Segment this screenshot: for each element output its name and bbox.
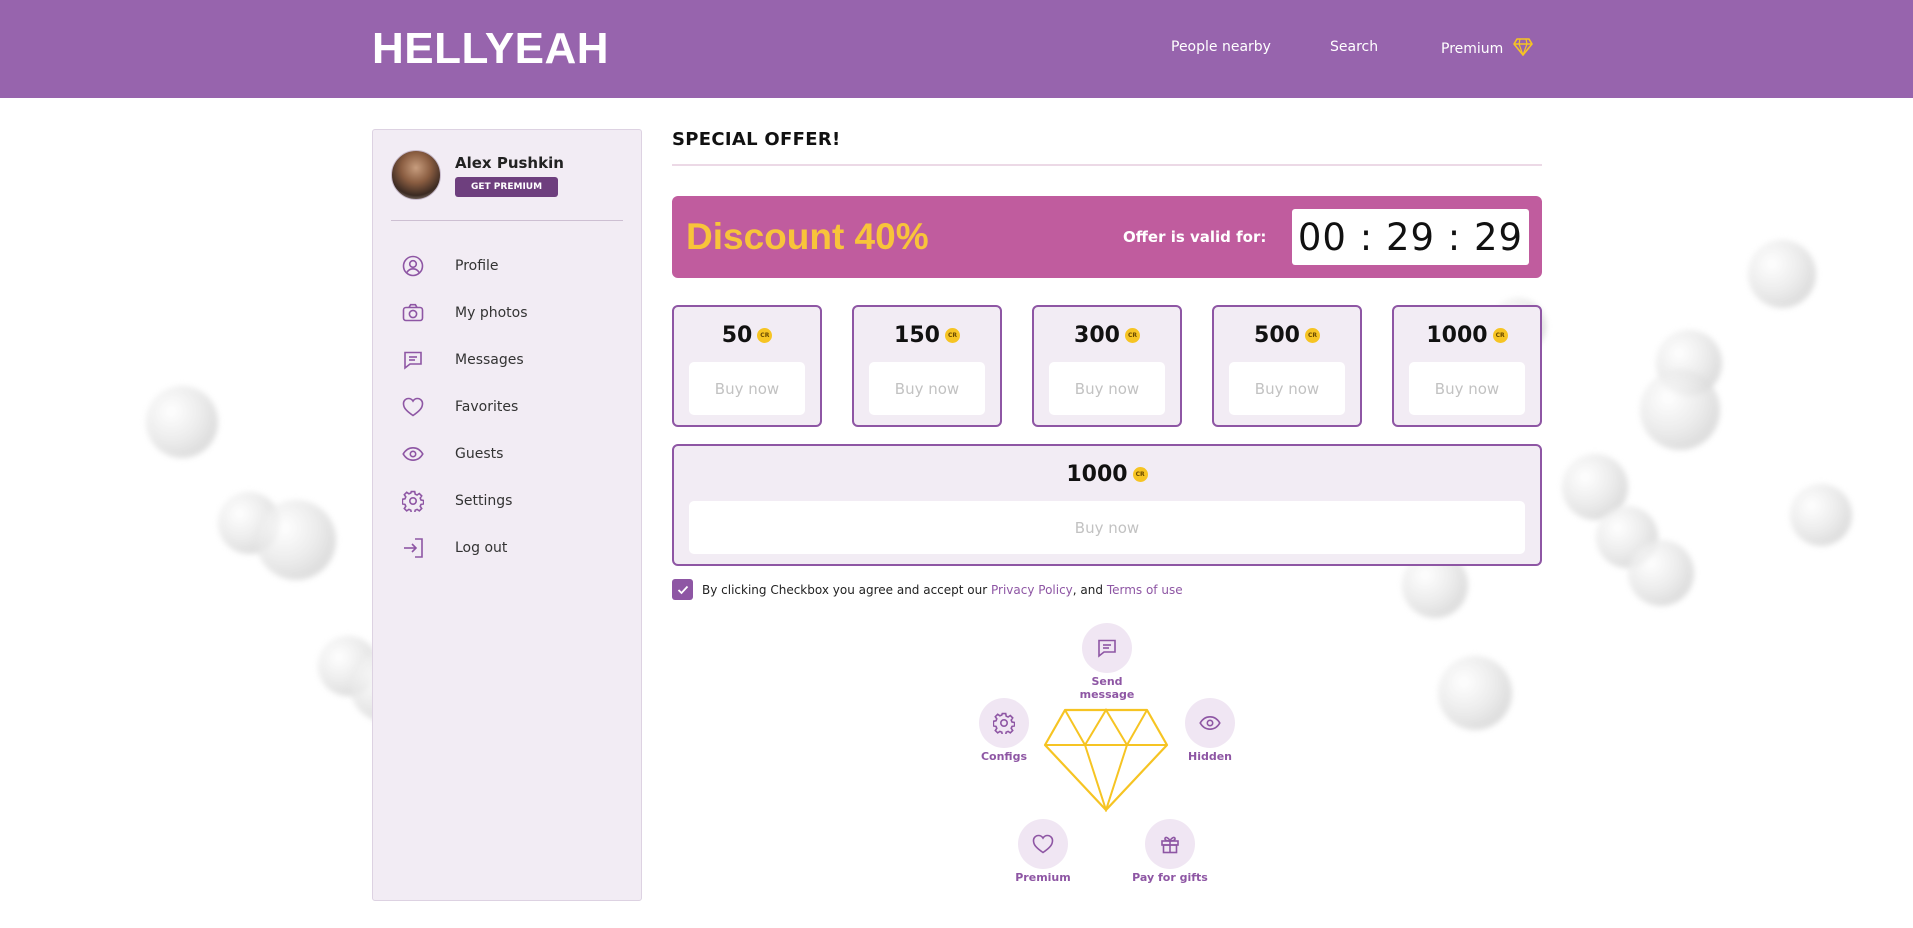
sidebar-menu: Profile My photos Messages Favorites Gue… (401, 242, 528, 571)
feature-label: Hidden (1187, 750, 1233, 763)
logout-icon (401, 536, 425, 560)
credit-pack: 50 CR Buy now (672, 305, 822, 427)
nav-premium[interactable]: Premium (1441, 38, 1534, 60)
buy-now-button[interactable]: Buy now (1409, 362, 1525, 415)
agreement-checkbox[interactable] (672, 579, 693, 600)
coin-icon: CR (1492, 328, 1508, 343)
user-card: Alex Pushkin GET PREMIUM (391, 150, 564, 200)
title-divider (672, 164, 1542, 166)
decorative-ball (1790, 484, 1852, 546)
top-header: HELLYEAH People nearby Search Premium (0, 0, 1913, 98)
sidebar-item-label: Profile (455, 257, 499, 274)
sidebar: Alex Pushkin GET PREMIUM Profile My phot… (372, 129, 642, 901)
feature-hidden[interactable]: Hidden (1170, 698, 1250, 763)
sidebar-item-label: Log out (455, 539, 508, 556)
pack-amount: 150 (894, 323, 940, 348)
pack-amount: 1000 (1426, 323, 1488, 348)
camera-icon (401, 301, 425, 325)
feature-configs[interactable]: Configs (964, 698, 1044, 763)
feature-label: Send message (1079, 675, 1135, 701)
terms-of-use-link[interactable]: Terms of use (1107, 583, 1183, 597)
get-premium-button[interactable]: GET PREMIUM (455, 176, 559, 197)
feature-send-message[interactable]: Send message (1067, 623, 1147, 701)
coin-icon: CR (757, 328, 773, 343)
credit-pack: 150 CR Buy now (852, 305, 1002, 427)
credit-packs: 50 CR Buy now 150 CR Buy now 300 CR Buy now… (672, 305, 1542, 427)
sidebar-item-label: Guests (455, 445, 504, 462)
message-icon (1098, 639, 1116, 658)
nav-search[interactable]: Search (1330, 39, 1378, 55)
agreement-row: By clicking Checkbox you agree and accep… (672, 579, 1542, 600)
sidebar-item-label: Messages (455, 351, 524, 368)
privacy-policy-link[interactable]: Privacy Policy (991, 583, 1073, 597)
message-icon (401, 348, 425, 372)
credit-pack: 500 CR Buy now (1212, 305, 1362, 427)
buy-now-button[interactable]: Buy now (689, 362, 805, 415)
eye-icon (1199, 715, 1221, 731)
decorative-ball (1640, 370, 1720, 450)
credit-pack-wide: 1000 CR Buy now (672, 444, 1542, 566)
coin-icon: CR (1132, 467, 1148, 482)
premium-features-diagram: Send message Configs Hidden Premium Pay … (972, 620, 1242, 890)
sidebar-item-profile[interactable]: Profile (401, 242, 528, 289)
main-content: SPECIAL OFFER! Discount 40% Offer is val… (672, 129, 1542, 600)
decorative-ball (256, 500, 336, 580)
discount-text: Discount 40% (686, 216, 929, 257)
decorative-ball (1438, 656, 1512, 730)
feature-label: Premium (1015, 871, 1071, 884)
sidebar-item-guests[interactable]: Guests (401, 430, 528, 477)
gift-icon (1161, 836, 1179, 854)
avatar[interactable] (391, 150, 441, 200)
feature-premium[interactable]: Premium (1003, 819, 1083, 884)
heart-icon (401, 395, 425, 419)
sidebar-divider (391, 220, 623, 221)
nav-people-nearby[interactable]: People nearby (1171, 39, 1271, 55)
nav-premium-label: Premium (1441, 41, 1504, 57)
buy-now-button[interactable]: Buy now (1049, 362, 1165, 415)
discount-banner: Discount 40% Offer is valid for: 00 : 29… (672, 196, 1542, 278)
feature-pay-for-gifts[interactable]: Pay for gifts (1130, 819, 1210, 884)
sidebar-item-label: My photos (455, 304, 528, 321)
pack-amount: 500 (1254, 323, 1300, 348)
offer-valid-label: Offer is valid for: (1123, 228, 1267, 246)
sidebar-item-label: Settings (455, 492, 513, 509)
gear-icon (993, 712, 1015, 734)
buy-now-button[interactable]: Buy now (869, 362, 985, 415)
page-title: SPECIAL OFFER! (672, 129, 841, 150)
heart-icon (1032, 834, 1054, 854)
agreement-text: By clicking Checkbox you agree and accep… (702, 582, 991, 597)
sidebar-item-favorites[interactable]: Favorites (401, 383, 528, 430)
sidebar-item-label: Favorites (455, 398, 519, 415)
pack-amount: 1000 (1066, 462, 1128, 487)
coin-icon: CR (1124, 328, 1140, 343)
sidebar-item-settings[interactable]: Settings (401, 477, 528, 524)
countdown-timer: 00 : 29 : 29 (1292, 209, 1529, 265)
diamond-icon (1513, 38, 1534, 60)
diamond-icon (1043, 708, 1169, 812)
user-name: Alex Pushkin (455, 153, 564, 172)
sidebar-item-log-out[interactable]: Log out (401, 524, 528, 571)
credit-pack: 300 CR Buy now (1032, 305, 1182, 427)
user-circle-icon (401, 254, 425, 278)
eye-icon (401, 442, 425, 466)
buy-now-button[interactable]: Buy now (689, 501, 1525, 554)
decorative-ball (1748, 240, 1816, 308)
feature-label: Configs (980, 750, 1028, 763)
feature-label: Pay for gifts (1132, 871, 1208, 884)
pack-amount: 50 (721, 323, 753, 348)
pack-amount: 300 (1074, 323, 1120, 348)
coin-icon: CR (944, 328, 960, 343)
coin-icon: CR (1304, 328, 1320, 343)
logo[interactable]: HELLYEAH (372, 24, 609, 74)
agreement-separator: , and (1072, 582, 1107, 597)
decorative-ball (146, 386, 218, 458)
credit-pack: 1000 CR Buy now (1392, 305, 1542, 427)
buy-now-button[interactable]: Buy now (1229, 362, 1345, 415)
sidebar-item-messages[interactable]: Messages (401, 336, 528, 383)
gear-icon (401, 489, 425, 513)
sidebar-item-my-photos[interactable]: My photos (401, 289, 528, 336)
decorative-ball (1628, 540, 1694, 606)
check-icon (677, 585, 688, 594)
